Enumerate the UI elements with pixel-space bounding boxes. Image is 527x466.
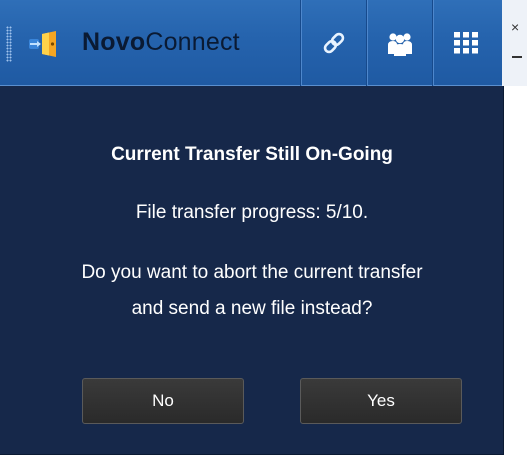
transfer-progress-text: File transfer progress: 5/10.	[135, 202, 369, 223]
link-button[interactable]	[300, 0, 366, 86]
window-controls	[502, 0, 527, 86]
question-line-1: Do you want to abort the current transfe…	[81, 262, 423, 283]
app-title-bold: Novo	[82, 28, 146, 56]
link-icon	[323, 32, 344, 54]
users-button[interactable]	[366, 0, 432, 86]
minimize-window-icon[interactable]	[512, 56, 522, 58]
yes-button[interactable]: Yes	[300, 378, 462, 424]
question-line-2: and send a new file instead?	[131, 298, 373, 319]
dialog-title: Current Transfer Still On-Going	[111, 144, 393, 165]
users-icon	[387, 33, 412, 56]
no-button[interactable]: No	[82, 378, 244, 424]
grid-menu-button[interactable]	[432, 0, 498, 86]
novoconnect-logo-icon	[29, 31, 56, 57]
grid-icon	[453, 32, 478, 54]
close-window-icon[interactable]: ×	[511, 20, 519, 34]
title-bar[interactable]: NovoConnect	[0, 0, 504, 86]
app-title: NovoConnect	[82, 28, 240, 57]
dialog-window: NovoConnect Current Transfer Still On-Go…	[0, 0, 504, 455]
drag-grip-icon[interactable]	[6, 26, 12, 62]
app-title-rest: Connect	[145, 28, 240, 56]
